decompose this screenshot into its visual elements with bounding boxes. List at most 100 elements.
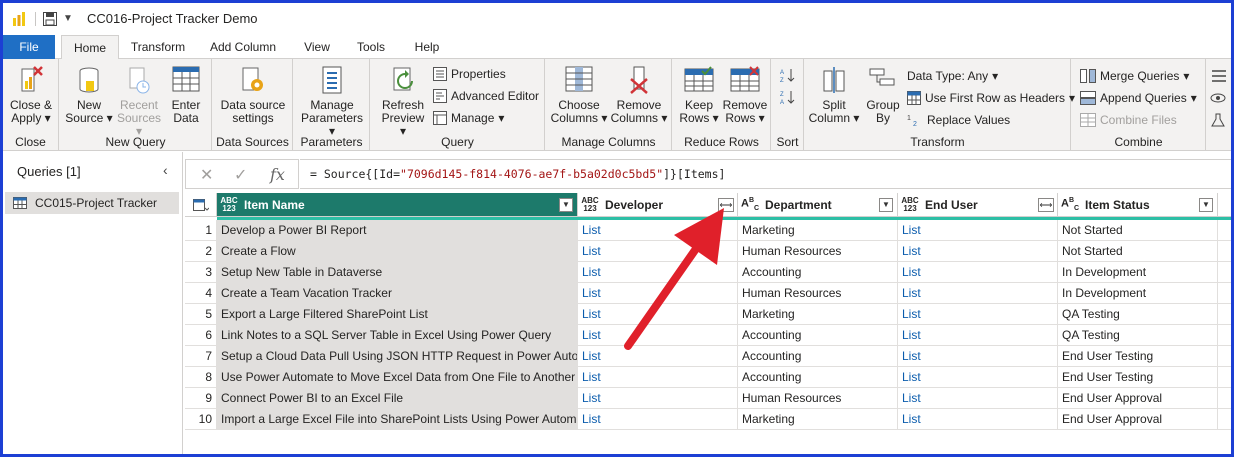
advanced-editor-button[interactable]: Advanced Editor: [433, 89, 539, 103]
cell-developer[interactable]: List: [578, 367, 738, 388]
choose-columns-button[interactable]: Choose Columns ▾: [550, 65, 608, 125]
cell-item-status[interactable]: Not Started: [1058, 241, 1218, 262]
cell-item-status[interactable]: In Development: [1058, 262, 1218, 283]
cell-item-name[interactable]: Setup New Table in Dataverse: [217, 262, 578, 283]
column-header-end-user[interactable]: ABC 123 End User ⟷: [898, 193, 1058, 217]
row-number[interactable]: 5: [185, 304, 217, 325]
filter-dropdown-icon[interactable]: ▼: [559, 198, 573, 212]
cell-next[interactable]: [1218, 409, 1231, 430]
manage-parameters-button[interactable]: Manage Parameters ▾: [298, 65, 366, 138]
cell-item-name[interactable]: Export a Large Filtered SharePoint List: [217, 304, 578, 325]
sort-descending-button[interactable]: ZA: [780, 89, 796, 105]
cell-item-name[interactable]: Link Notes to a SQL Server Table in Exce…: [217, 325, 578, 346]
cell-item-status[interactable]: End User Approval: [1058, 388, 1218, 409]
cell-end-user[interactable]: List: [898, 367, 1058, 388]
expand-column-icon[interactable]: ⟷: [718, 198, 734, 212]
cell-developer[interactable]: List: [578, 409, 738, 430]
cell-department[interactable]: Accounting: [738, 367, 898, 388]
row-number[interactable]: 10: [185, 409, 217, 430]
merge-queries-button[interactable]: Merge Queries ▾: [1080, 69, 1189, 83]
cell-item-name[interactable]: Use Power Automate to Move Excel Data fr…: [217, 367, 578, 388]
cell-item-status[interactable]: Not Started: [1058, 220, 1218, 241]
cell-next[interactable]: [1218, 220, 1231, 241]
new-source-button[interactable]: New Source ▾: [64, 65, 114, 125]
row-number[interactable]: 1: [185, 220, 217, 241]
use-first-row-headers-button[interactable]: Use First Row as Headers ▾: [907, 91, 1075, 105]
filter-dropdown-icon[interactable]: ▼: [879, 198, 893, 212]
tab-tools[interactable]: Tools: [351, 35, 391, 59]
flask-icon[interactable]: [1210, 113, 1226, 127]
cancel-formula-icon[interactable]: ✕: [200, 165, 213, 185]
cell-end-user[interactable]: List: [898, 283, 1058, 304]
cell-developer[interactable]: List: [578, 346, 738, 367]
column-header-next[interactable]: [1218, 193, 1231, 217]
eye-icon[interactable]: [1210, 91, 1226, 105]
row-number[interactable]: 7: [185, 346, 217, 367]
keep-rows-button[interactable]: Keep Rows ▾: [677, 65, 721, 125]
cell-next[interactable]: [1218, 367, 1231, 388]
cell-department[interactable]: Marketing: [738, 304, 898, 325]
cell-item-name[interactable]: Develop a Power BI Report: [217, 220, 578, 241]
cell-end-user[interactable]: List: [898, 325, 1058, 346]
tab-transform[interactable]: Transform: [121, 35, 195, 59]
confirm-formula-icon[interactable]: ✓: [234, 165, 247, 185]
cell-department[interactable]: Marketing: [738, 220, 898, 241]
column-header-developer[interactable]: ABC 123 Developer ⟷: [578, 193, 738, 217]
append-queries-button[interactable]: Append Queries ▾: [1080, 91, 1197, 105]
cell-department[interactable]: Human Resources: [738, 241, 898, 262]
row-number[interactable]: 9: [185, 388, 217, 409]
cell-developer[interactable]: List: [578, 220, 738, 241]
cell-item-status[interactable]: End User Testing: [1058, 367, 1218, 388]
collapse-chevron-icon[interactable]: ‹: [163, 162, 168, 178]
manage-query-button[interactable]: Manage ▾: [433, 111, 504, 125]
cell-next[interactable]: [1218, 283, 1231, 304]
cell-department[interactable]: Accounting: [738, 262, 898, 283]
table-menu-button[interactable]: [185, 193, 217, 217]
cell-developer[interactable]: List: [578, 262, 738, 283]
combine-files-button[interactable]: Combine Files: [1080, 113, 1177, 127]
row-number[interactable]: 4: [185, 283, 217, 304]
data-source-settings-button[interactable]: Data source settings: [217, 65, 289, 125]
cell-item-status[interactable]: End User Approval: [1058, 409, 1218, 430]
tab-file[interactable]: File: [3, 35, 55, 59]
tab-home[interactable]: Home: [61, 35, 119, 60]
cell-next[interactable]: [1218, 325, 1231, 346]
refresh-preview-button[interactable]: Refresh Preview ▾: [377, 65, 429, 138]
cell-next[interactable]: [1218, 304, 1231, 325]
column-header-item-status[interactable]: ABC Item Status ▼: [1058, 193, 1218, 217]
cell-end-user[interactable]: List: [898, 388, 1058, 409]
tab-add-column[interactable]: Add Column: [203, 35, 283, 59]
expand-column-icon[interactable]: ⟷: [1038, 198, 1054, 212]
remove-columns-button[interactable]: Remove Columns ▾: [610, 65, 668, 125]
properties-button[interactable]: Properties: [433, 67, 506, 81]
quick-access-dropdown-icon[interactable]: ▼: [63, 13, 73, 24]
cell-item-status[interactable]: QA Testing: [1058, 304, 1218, 325]
cell-end-user[interactable]: List: [898, 220, 1058, 241]
close-apply-button[interactable]: Close & Apply ▾: [7, 65, 55, 125]
cell-department[interactable]: Marketing: [738, 409, 898, 430]
cell-item-name[interactable]: Create a Team Vacation Tracker: [217, 283, 578, 304]
cell-department[interactable]: Human Resources: [738, 283, 898, 304]
fx-icon[interactable]: fx: [270, 165, 285, 184]
cell-end-user[interactable]: List: [898, 304, 1058, 325]
remove-rows-button[interactable]: Remove Rows ▾: [721, 65, 769, 125]
cell-developer[interactable]: List: [578, 241, 738, 262]
column-header-item-name[interactable]: ABC 123 Item Name ▼: [217, 193, 578, 217]
cell-end-user[interactable]: List: [898, 346, 1058, 367]
column-header-department[interactable]: ABC Department ▼: [738, 193, 898, 217]
cell-next[interactable]: [1218, 346, 1231, 367]
cell-next[interactable]: [1218, 262, 1231, 283]
cell-department[interactable]: Accounting: [738, 346, 898, 367]
cell-department[interactable]: Accounting: [738, 325, 898, 346]
cell-item-status[interactable]: QA Testing: [1058, 325, 1218, 346]
cell-item-name[interactable]: Create a Flow: [217, 241, 578, 262]
cell-department[interactable]: Human Resources: [738, 388, 898, 409]
cell-item-name[interactable]: Connect Power BI to an Excel File: [217, 388, 578, 409]
cell-item-name[interactable]: Setup a Cloud Data Pull Using JSON HTTP …: [217, 346, 578, 367]
cell-developer[interactable]: List: [578, 388, 738, 409]
row-number[interactable]: 6: [185, 325, 217, 346]
query-item[interactable]: CC015-Project Tracker: [5, 192, 179, 214]
recent-sources-button[interactable]: Recent Sources ▾: [114, 65, 164, 138]
sort-ascending-button[interactable]: AZ: [780, 67, 796, 83]
cell-developer[interactable]: List: [578, 325, 738, 346]
